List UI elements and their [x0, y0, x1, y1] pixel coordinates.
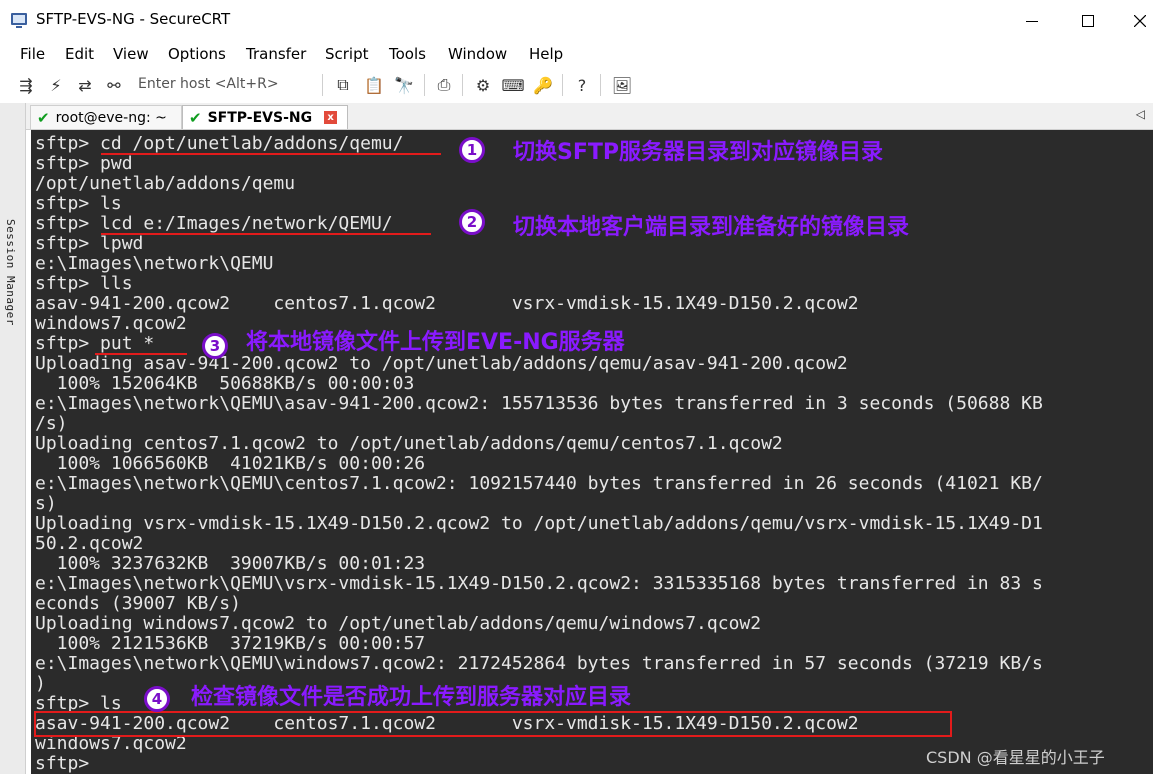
window-title: SFTP-EVS-NG - SecureCRT [36, 10, 231, 28]
annotation-note-4: 检查镜像文件是否成功上传到服务器对应目录 [191, 685, 632, 710]
terminal-line: sftp> pwd [35, 153, 133, 174]
minimize-button[interactable] [1009, 0, 1055, 42]
terminal-line: ) [35, 673, 46, 694]
terminal-line: sftp> lls [35, 273, 133, 294]
menu-tools[interactable]: Tools [389, 45, 426, 63]
terminal-line: e:\Images\network\QEMU\asav-941-200.qcow… [35, 393, 1043, 414]
terminal-line: sftp> cd /opt/unetlab/addons/qemu/ [35, 133, 404, 154]
minimize-icon [1026, 21, 1038, 22]
close-tab-icon[interactable]: x [324, 111, 338, 124]
menu-edit[interactable]: Edit [65, 45, 94, 63]
annotation-underline [95, 353, 187, 355]
terminal-area[interactable]: sftp> cd /opt/unetlab/addons/qemu/ sftp>… [31, 130, 1153, 774]
tab-label: SFTP-EVS-NG [207, 109, 313, 126]
tab-label: root@eve-ng: ~ [55, 109, 167, 126]
toolbar-divider [562, 74, 563, 96]
session-manager-label: Session Manager [4, 219, 17, 326]
keys-icon[interactable]: 🔑 [533, 75, 553, 95]
terminal-line: e:\Images\network\QEMU\centos7.1.qcow2: … [35, 473, 1043, 494]
maximize-button[interactable] [1065, 0, 1111, 42]
watermark: CSDN @看星星的小王子 [926, 748, 1105, 767]
terminal-line: windows7.qcow2 [35, 733, 187, 754]
terminal-line: Uploading vsrx-vmdisk-15.1X49-D150.2.qco… [35, 513, 1043, 534]
terminal-line: e:\Images\network\QEMU [35, 253, 274, 274]
quick-connect-icon[interactable]: ⚡ [46, 75, 66, 95]
terminal-line: 100% 2121536KB 37219KB/s 00:00:57 [35, 633, 426, 654]
settings-icon[interactable]: ⚙ [473, 75, 493, 95]
toolbar-divider [424, 74, 425, 96]
sftp-icon[interactable]: 🖼 [612, 75, 632, 95]
keymap-icon[interactable]: ⌨ [501, 75, 524, 95]
terminal-line: econds (39007 KB/s) [35, 593, 241, 614]
terminal-line: sftp> lcd e:/Images/network/QEMU/ [35, 213, 393, 234]
session-manager-panel[interactable]: Session Manager [0, 103, 26, 774]
terminal-line: /s) [35, 413, 68, 434]
host-input[interactable] [134, 73, 320, 95]
menu-help[interactable]: Help [529, 45, 563, 63]
annotation-note-3: 将本地镜像文件上传到EVE-NG服务器 [246, 330, 625, 355]
terminal-line: 100% 1066560KB 41021KB/s 00:00:26 [35, 453, 426, 474]
find-icon[interactable]: 🔭 [394, 75, 414, 95]
toolbar-divider [600, 74, 601, 96]
annotation-badge-1: 1 [459, 137, 485, 163]
annotation-badge-3: 3 [202, 333, 228, 359]
check-icon: ✔ [189, 108, 202, 127]
maximize-icon [1082, 15, 1094, 27]
tab-scroll-left-icon[interactable]: ◁ [1136, 107, 1145, 121]
tab-bar: ✔ root@eve-ng: ~ ✔ SFTP-EVS-NG x ◁ [26, 103, 1153, 130]
menu-options[interactable]: Options [168, 45, 226, 63]
annotation-box [34, 711, 952, 737]
terminal-line: e:\Images\network\QEMU\windows7.qcow2: 2… [35, 653, 1043, 674]
disconnect-icon[interactable]: ⚯ [104, 75, 124, 95]
terminal-line: 100% 152064KB 50688KB/s 00:00:03 [35, 373, 415, 394]
terminal-line: windows7.qcow2 [35, 313, 187, 334]
menu-view[interactable]: View [113, 45, 149, 63]
terminal-line: s) [35, 493, 57, 514]
menu-window[interactable]: Window [448, 45, 507, 63]
toolbar: ⇶ ⚡ ⇄ ⚯ ⧉ 📋 🔭 ⎙ ⚙ ⌨ 🔑 ? 🖼 [0, 67, 1153, 104]
toolbar-divider [322, 74, 323, 96]
terminal-line: sftp> [35, 753, 101, 774]
annotation-note-1: 切换SFTP服务器目录到对应镜像目录 [513, 140, 884, 165]
menu-transfer[interactable]: Transfer [246, 45, 306, 63]
terminal-line: 50.2.qcow2 [35, 533, 144, 554]
print-icon[interactable]: ⎙ [434, 75, 454, 95]
paste-icon[interactable]: 📋 [364, 75, 384, 95]
close-icon [1134, 15, 1146, 27]
terminal-line: 100% 3237632KB 39007KB/s 00:01:23 [35, 553, 426, 574]
check-icon: ✔ [37, 108, 50, 127]
toolbar-divider [462, 74, 463, 96]
title-bar: SFTP-EVS-NG - SecureCRT [0, 0, 1153, 42]
terminal-line: sftp> ls [35, 193, 122, 214]
terminal-line: e:\Images\network\QEMU\vsrx-vmdisk-15.1X… [35, 573, 1043, 594]
annotation-note-2: 切换本地客户端目录到准备好的镜像目录 [513, 215, 910, 240]
copy-icon[interactable]: ⧉ [333, 75, 353, 95]
annotation-underline [101, 233, 431, 235]
terminal-line: Uploading centos7.1.qcow2 to /opt/unetla… [35, 433, 783, 454]
terminal-line: sftp> put * [35, 333, 155, 354]
help-icon[interactable]: ? [572, 75, 592, 95]
menu-bar: File Edit View Options Transfer Script T… [0, 42, 1153, 66]
tab-root-eve-ng[interactable]: ✔ root@eve-ng: ~ [30, 105, 182, 129]
annotation-badge-2: 2 [459, 209, 485, 235]
reconnect-icon[interactable]: ⇄ [75, 75, 95, 95]
terminal-line: Uploading asav-941-200.qcow2 to /opt/une… [35, 353, 848, 374]
annotation-badge-4: 4 [144, 686, 170, 712]
terminal-line: sftp> lpwd [35, 233, 144, 254]
menu-script[interactable]: Script [325, 45, 369, 63]
terminal-line: Uploading windows7.qcow2 to /opt/unetlab… [35, 613, 762, 634]
menu-file[interactable]: File [20, 45, 45, 63]
terminal-line: asav-941-200.qcow2 centos7.1.qcow2 vsrx-… [35, 293, 859, 314]
securecrt-app-icon [11, 13, 27, 28]
connect-icon[interactable]: ⇶ [16, 75, 36, 95]
terminal-line: /opt/unetlab/addons/qemu [35, 173, 296, 194]
close-button[interactable] [1117, 0, 1153, 42]
annotation-underline [101, 153, 441, 155]
tab-sftp-evs-ng[interactable]: ✔ SFTP-EVS-NG x [182, 105, 348, 129]
